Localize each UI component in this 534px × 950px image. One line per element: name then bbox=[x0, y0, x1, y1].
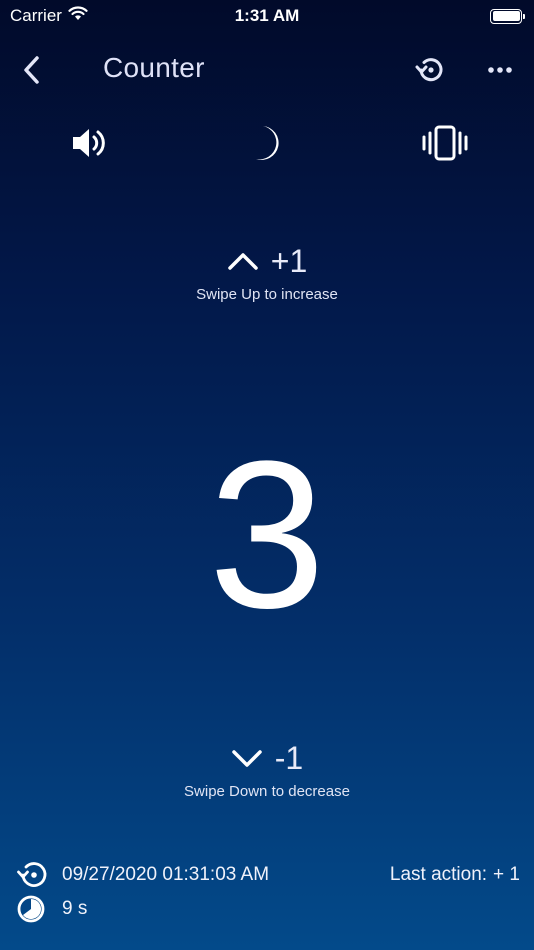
last-action-label: Last action: bbox=[389, 864, 488, 885]
reset-icon bbox=[415, 58, 443, 82]
increase-hint[interactable]: +1 Swipe Up to increase bbox=[0, 240, 534, 304]
decrease-hint-text: Swipe Down to decrease bbox=[184, 783, 350, 800]
decrease-delta: -1 bbox=[274, 739, 304, 776]
sound-toggle[interactable] bbox=[64, 118, 114, 168]
more-options-button[interactable] bbox=[482, 52, 518, 88]
decrease-row: -1 bbox=[0, 737, 534, 779]
chevron-down-icon bbox=[232, 750, 262, 767]
vibration-toggle[interactable] bbox=[420, 118, 470, 168]
last-reset-timestamp: 09/27/2020 01:31:03 AM bbox=[62, 864, 270, 885]
status-bar: Carrier 1:31 AM bbox=[0, 0, 534, 32]
night-mode-toggle[interactable] bbox=[241, 118, 291, 168]
increase-row: +1 bbox=[0, 240, 534, 282]
reset-button[interactable] bbox=[412, 52, 448, 88]
status-time: 1:31 AM bbox=[234, 6, 300, 25]
decrease-hint[interactable]: -1 Swipe Down to decrease bbox=[0, 737, 534, 801]
ellipsis-icon bbox=[488, 67, 512, 73]
chevron-left-icon bbox=[24, 56, 39, 84]
last-action: Last action: + 1 bbox=[390, 858, 520, 892]
increase-hint-text: Swipe Up to increase bbox=[196, 286, 338, 303]
last-action-value: + 1 bbox=[493, 864, 520, 885]
chevron-up-icon bbox=[228, 253, 258, 270]
elapsed-row: 9 s bbox=[14, 892, 87, 926]
speaker-icon bbox=[73, 129, 105, 157]
counter-value[interactable]: 3 bbox=[0, 400, 534, 670]
timer-icon bbox=[17, 895, 45, 923]
moon-icon bbox=[256, 126, 279, 160]
nav-bar: Counter bbox=[0, 40, 534, 98]
reset-time-icon bbox=[17, 862, 47, 887]
back-button[interactable] bbox=[14, 52, 50, 88]
footer-info: 09/27/2020 01:31:03 AM 9 s Last action: … bbox=[0, 856, 534, 926]
elapsed-time: 9 s bbox=[62, 898, 88, 919]
settings-toggles bbox=[0, 118, 534, 168]
battery-icon bbox=[490, 8, 525, 24]
page-title: Counter bbox=[103, 52, 205, 83]
last-reset-row: 09/27/2020 01:31:03 AM bbox=[14, 858, 269, 892]
increase-delta: +1 bbox=[270, 242, 308, 279]
vibrate-icon bbox=[422, 125, 468, 161]
